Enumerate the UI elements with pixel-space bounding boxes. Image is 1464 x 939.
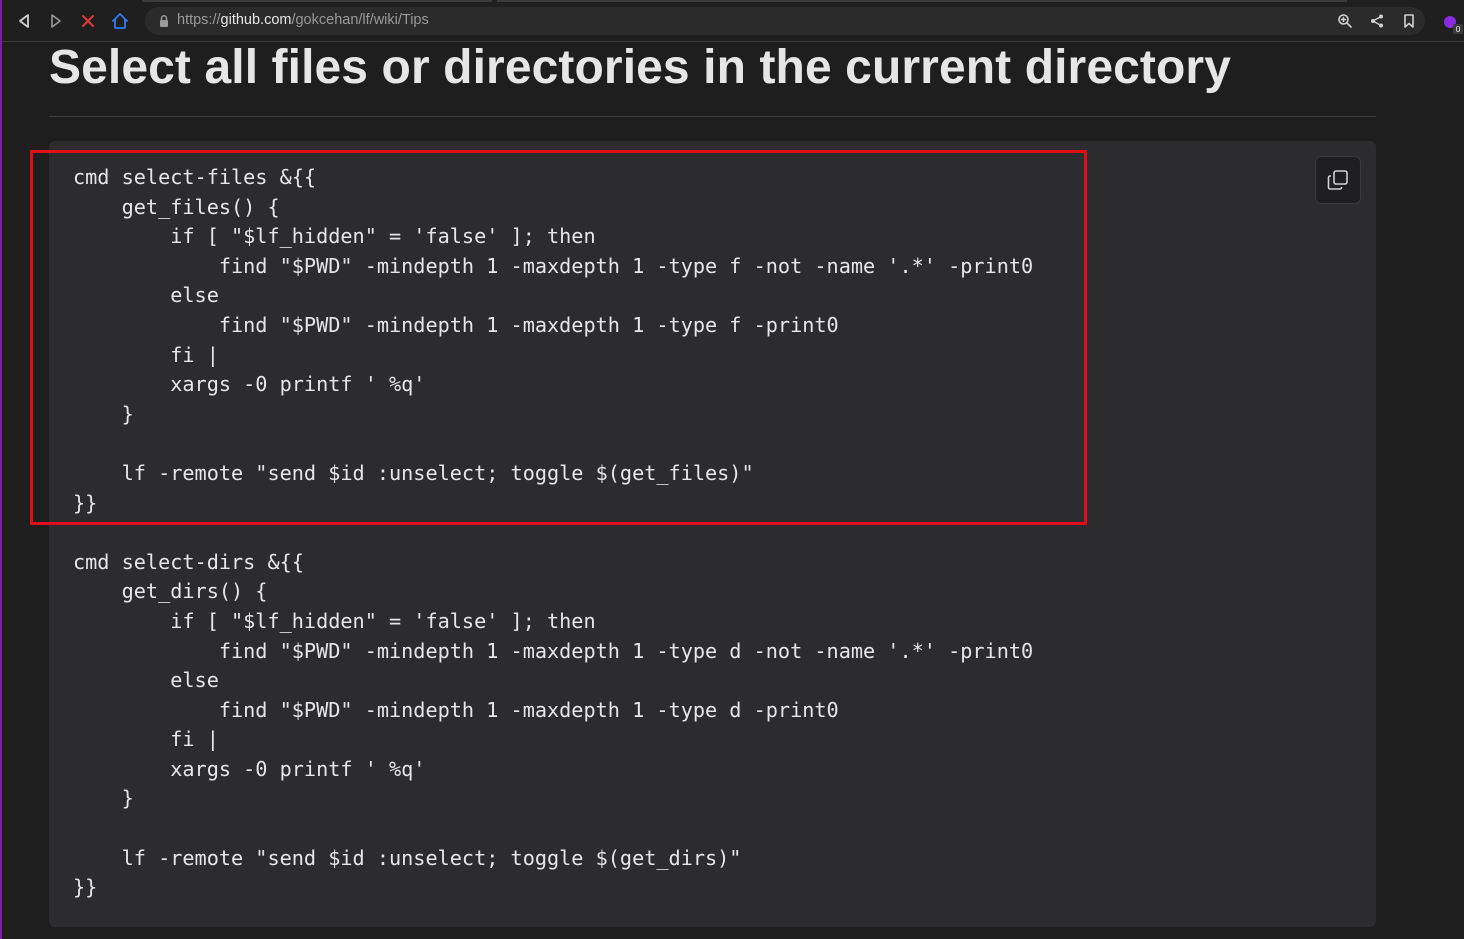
code-line: }}: [73, 875, 98, 900]
copy-button[interactable]: [1315, 156, 1361, 204]
code-line: fi |: [73, 342, 219, 367]
zoom-icon: [1338, 14, 1352, 28]
code-line: get_dirs() {: [73, 579, 268, 604]
code-content[interactable]: cmd select-files &{{ get_files() { if [ …: [73, 163, 1033, 903]
code-line: cmd select-files &{{: [73, 165, 317, 189]
browser-toolbar: https://github.com/gokcehan/lf/wiki/Tips: [2, 0, 1464, 42]
url-path: /gokcehan/lf/wiki/Tips: [291, 12, 429, 28]
code-line: find "$PWD" -mindepth 1 -maxdepth 1 -typ…: [73, 312, 839, 337]
code-line: }: [73, 786, 134, 811]
home-button[interactable]: [110, 11, 130, 31]
code-line: lf -remote "send $id :unselect; toggle $…: [73, 845, 742, 870]
code-line: }: [73, 401, 134, 426]
back-button[interactable]: [14, 11, 34, 31]
zoom-button[interactable]: [1336, 12, 1354, 30]
code-line: else: [73, 283, 219, 308]
code-line: if [ "$lf_hidden" = 'false' ]; then: [73, 608, 596, 633]
code-block[interactable]: cmd select-files &{{ get_files() { if [ …: [49, 141, 1376, 927]
address-bar[interactable]: https://github.com/gokcehan/lf/wiki/Tips: [145, 7, 1425, 35]
title-divider: [49, 116, 1376, 117]
extension-badge: 0: [1455, 25, 1460, 34]
code-line: xargs -0 printf ' %q': [73, 756, 426, 781]
code-line: lf -remote "send $id :unselect; toggle $…: [73, 460, 754, 485]
home-icon: [112, 13, 128, 29]
code-line: find "$PWD" -mindepth 1 -maxdepth 1 -typ…: [73, 638, 1034, 663]
tab-strip-edge: [142, 0, 492, 2]
code-line: find "$PWD" -mindepth 1 -maxdepth 1 -typ…: [73, 697, 839, 722]
back-icon: [19, 14, 29, 28]
code-line: else: [73, 668, 219, 693]
bookmark-button[interactable]: [1400, 12, 1418, 30]
share-icon: [1371, 14, 1383, 28]
page-title: Select all files or directories in the c…: [49, 41, 1231, 94]
window-edge: [0, 0, 2, 939]
code-line: if [ "$lf_hidden" = 'false' ]; then: [73, 224, 596, 249]
forward-icon: [51, 14, 61, 28]
extension-icon: 0: [1444, 16, 1463, 34]
forward-button[interactable]: [46, 11, 66, 31]
share-button[interactable]: [1368, 12, 1386, 30]
code-line: }}: [73, 490, 98, 515]
code-line: cmd select-dirs &{{: [73, 549, 304, 574]
url-prefix: https://: [177, 12, 221, 28]
bookmark-icon: [1404, 14, 1414, 28]
browser-viewport: https://github.com/gokcehan/lf/wiki/Tips: [0, 0, 1464, 939]
code-line: fi |: [73, 727, 219, 752]
lock-icon: [160, 15, 168, 27]
stop-icon: [82, 15, 94, 27]
code-line: get_files() {: [73, 194, 280, 219]
tab-strip-edge: [497, 0, 1347, 2]
code-line: find "$PWD" -mindepth 1 -maxdepth 1 -typ…: [73, 253, 1034, 278]
extension-button[interactable]: 0: [1442, 12, 1464, 34]
stop-button[interactable]: [78, 11, 98, 31]
url-host: github.com: [220, 12, 292, 28]
url-text[interactable]: https://github.com/gokcehan/lf/wiki/Tips: [177, 12, 429, 28]
code-line: xargs -0 printf ' %q': [73, 372, 426, 397]
copy-icon: [1327, 170, 1348, 190]
